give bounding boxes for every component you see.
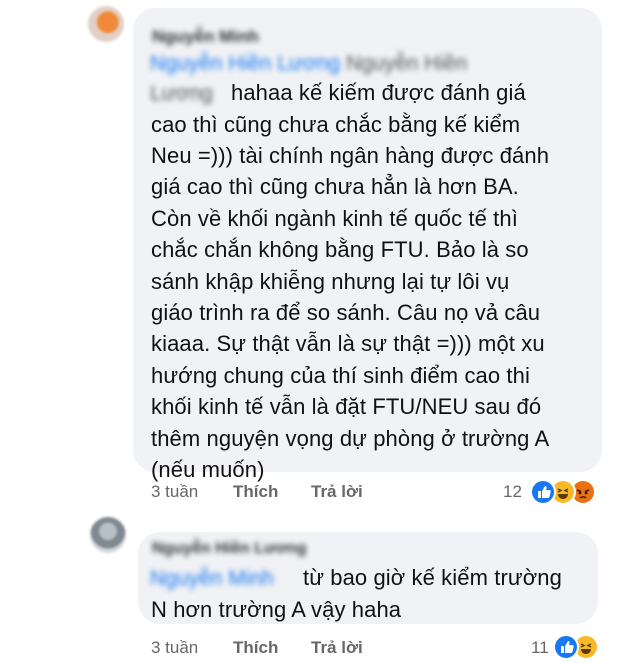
mention-tag-part: Nguyễn Hiền Lương [150, 52, 341, 75]
comment-text-first-line: hahaa kế kiếm được đánh giá [231, 80, 526, 105]
reply-button[interactable]: Trả lời [311, 482, 363, 502]
like-reaction-icon [530, 479, 556, 505]
comment-text: cao thì cũng chưa chắc bằng kế kiểm Neu … [151, 111, 550, 482]
comment-text: N hơn trường A vậy haha [151, 596, 402, 622]
mention-tag-part: Nguyễn Hiền [345, 52, 468, 75]
like-button[interactable]: Thích [233, 482, 278, 502]
mention-tag[interactable]: Nguyễn Minh [150, 567, 274, 591]
like-button[interactable]: Thích [233, 638, 278, 658]
comment-text-first-line: từ bao giờ kế kiểm trường [303, 565, 562, 590]
reaction-count[interactable]: 12 [503, 482, 522, 502]
mention-tag-continued[interactable]: Lương [150, 82, 213, 106]
like-reaction-icon [553, 634, 579, 660]
comment-timestamp[interactable]: 3 tuần [151, 638, 198, 658]
commenter-avatar[interactable] [90, 517, 126, 553]
reaction-count[interactable]: 11 [531, 638, 549, 658]
comment-author-name[interactable]: Nguyễn Minh [152, 27, 259, 47]
mention-tag[interactable]: Nguyễn Hiền Lương Nguyễn Hiền [150, 52, 467, 76]
reply-button[interactable]: Trả lời [311, 638, 363, 658]
comment-author-name[interactable]: Nguyễn Hiền Lương [152, 540, 307, 558]
comment-timestamp[interactable]: 3 tuần [151, 482, 198, 502]
commenter-avatar[interactable] [88, 6, 124, 42]
